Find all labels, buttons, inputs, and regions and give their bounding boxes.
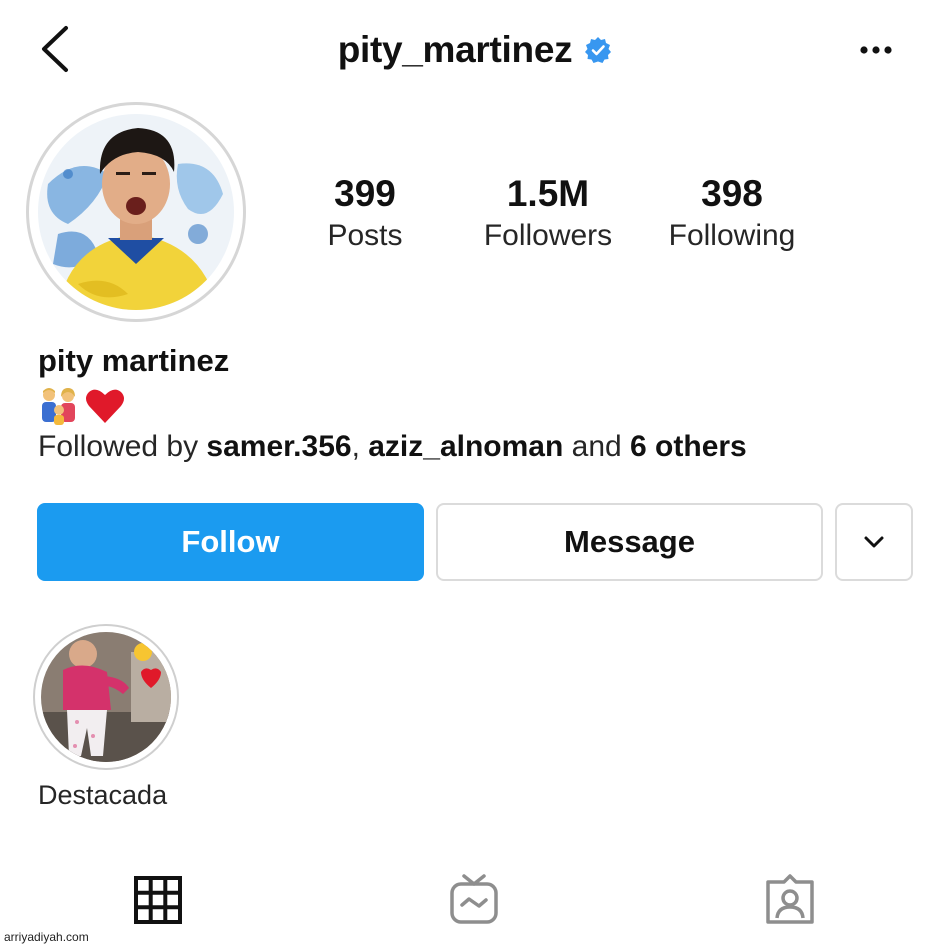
followed-by-separator: ,: [351, 430, 369, 463]
follower-link-2[interactable]: aziz_alnoman: [368, 430, 563, 463]
follower-link-1[interactable]: samer.356: [206, 430, 351, 463]
profile-avatar[interactable]: [38, 114, 234, 310]
username-title: pity_martinez: [337, 29, 573, 70]
posts-stat[interactable]: 399 Posts: [305, 172, 425, 256]
chevron-down-icon: [864, 536, 884, 548]
profile-display-name: pity martinez: [38, 343, 230, 378]
followers-stat[interactable]: 1.5M Followers: [468, 172, 628, 256]
grid-icon[interactable]: [132, 874, 184, 926]
following-label: Following: [668, 219, 796, 252]
more-options-icon[interactable]: [856, 38, 896, 62]
follow-button[interactable]: Follow: [37, 503, 424, 581]
followed-by-prefix: Followed by: [38, 430, 207, 463]
tagged-user-icon[interactable]: [764, 874, 816, 926]
posts-label: Posts: [327, 219, 403, 252]
watermark: arriyadiyah.com: [4, 930, 89, 944]
followers-label: Followers: [483, 219, 613, 252]
followed-by-line[interactable]: Followed by samer.356, aziz_alnoman and …: [38, 430, 747, 464]
bio-emoji-line: [38, 384, 126, 428]
highlight-label: Destacada: [38, 780, 168, 810]
suggested-dropdown-button[interactable]: [835, 503, 913, 581]
following-stat[interactable]: 398 Following: [656, 172, 808, 256]
followed-by-conjunction: and: [563, 430, 631, 463]
followed-by-others[interactable]: 6 others: [630, 430, 747, 463]
igtv-icon[interactable]: [448, 874, 500, 926]
posts-count: 399: [334, 173, 396, 214]
followers-count: 1.5M: [506, 173, 590, 214]
profile-header: pity_martinez: [0, 22, 950, 78]
following-count: 398: [701, 173, 763, 214]
highlight-cover[interactable]: [41, 632, 171, 762]
family-emoji-icon: [42, 388, 75, 425]
red-heart-emoji-icon: [86, 389, 124, 423]
verified-badge-icon: [585, 37, 612, 63]
message-button[interactable]: Message: [436, 503, 823, 581]
